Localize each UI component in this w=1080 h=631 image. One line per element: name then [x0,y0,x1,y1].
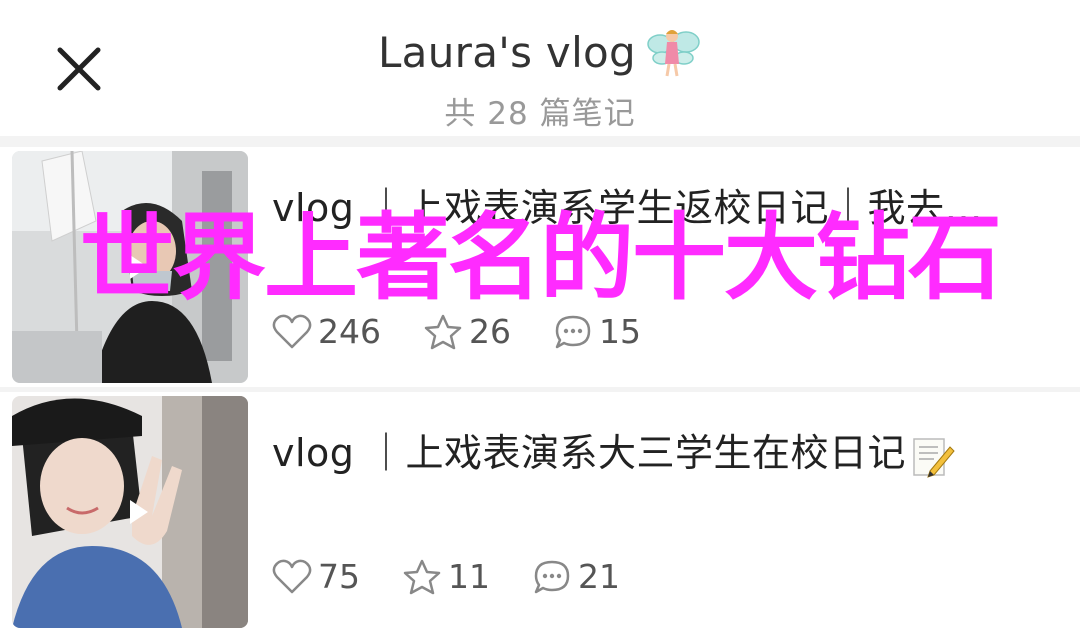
heart-icon [272,559,312,593]
video-thumbnail[interactable] [12,396,248,628]
pencil-memo-icon [913,437,955,478]
comment-count: 15 [599,312,641,351]
comment-button[interactable]: 21 [532,557,620,596]
video-thumbnail[interactable] [12,151,248,383]
star-icon [403,559,441,594]
collect-button[interactable]: 26 [423,312,511,351]
note-list: vlog ｜上戏表演系学生返校日记｜我去… 246 26 15 vlog ｜上戏… [0,136,1080,631]
note-card[interactable]: vlog ｜上戏表演系大三学生在校日记 75 11 21 [0,392,1080,631]
like-button[interactable]: 246 [272,312,381,351]
fairy-icon [647,30,700,77]
app-screen: Laura's vlog 共 28 篇笔记 vlog ｜上戏表演系学生返校日记｜… [0,0,1080,631]
note-count: 共 28 篇笔记 [444,96,636,132]
note-title-row: vlog ｜上戏表演系大三学生在校日记 [272,422,1052,479]
play-icon [130,255,148,279]
header-bar: Laura's vlog 共 28 篇笔记 [0,0,1080,136]
comment-bubble-icon [555,315,591,348]
note-card[interactable]: vlog ｜上戏表演系学生返校日记｜我去… 246 26 15 [0,147,1080,387]
like-count: 246 [318,312,381,351]
collect-button[interactable]: 11 [402,557,490,596]
collect-count: 26 [469,312,511,351]
header-title-block: Laura's vlog 共 28 篇笔记 [0,22,1080,133]
like-button[interactable]: 75 [272,557,360,596]
comment-bubble-icon [534,560,570,593]
star-icon [424,314,462,349]
play-icon [130,500,148,524]
page-title: Laura's vlog [377,27,637,77]
comment-button[interactable]: 15 [553,312,641,351]
note-title: vlog ｜上戏表演系学生返校日记｜我去… [272,186,983,230]
collect-count: 11 [448,557,490,596]
note-title: vlog ｜上戏表演系大三学生在校日记 [272,431,906,475]
note-stats: 75 11 21 [272,557,662,596]
like-count: 75 [318,557,360,596]
note-stats: 246 26 15 [272,312,683,351]
heart-icon [272,314,312,348]
comment-count: 21 [578,557,620,596]
